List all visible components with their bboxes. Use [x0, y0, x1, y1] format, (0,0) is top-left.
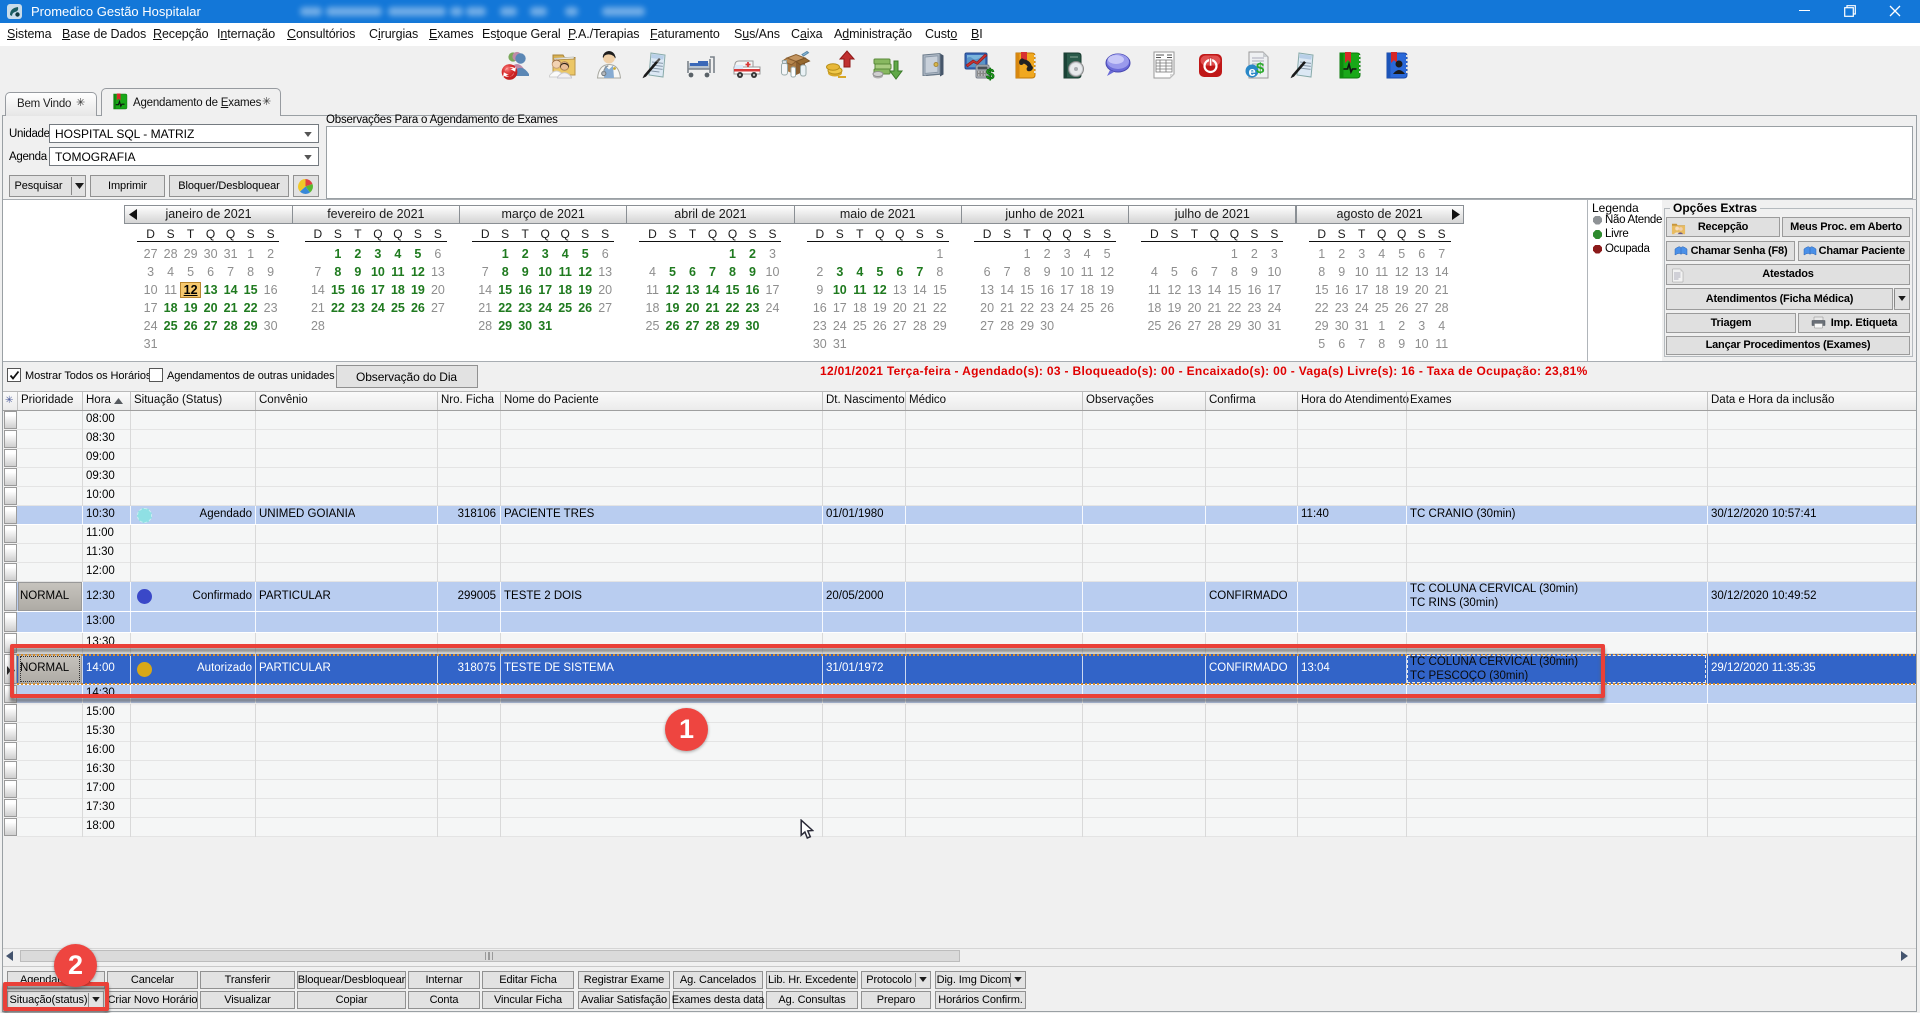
svg-text:e: e	[1249, 64, 1256, 79]
svg-text:$: $	[986, 66, 995, 82]
svg-text:$: $	[1256, 60, 1265, 77]
